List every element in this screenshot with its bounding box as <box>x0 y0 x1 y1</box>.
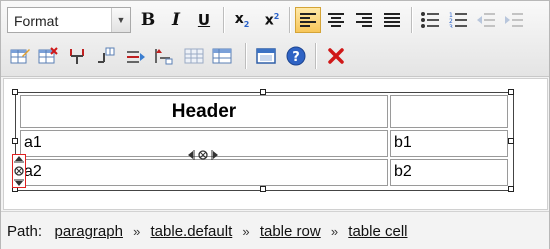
resize-handle-top-left[interactable] <box>12 89 18 95</box>
subscript-icon: x2 <box>235 11 250 29</box>
align-right-button[interactable] <box>351 7 377 33</box>
insert-row-icon <box>127 51 145 63</box>
column-resize-icon[interactable] <box>188 149 218 161</box>
subscript-button[interactable]: x2 <box>229 7 255 33</box>
table-cell[interactable]: a2 <box>20 159 388 186</box>
toolbar: Format ▼ B I U x2 x2 1 2 3 ? <box>1 1 549 77</box>
italic-button[interactable]: I <box>163 7 189 33</box>
align-right-icon <box>356 13 372 27</box>
format-select-value: Format <box>14 13 59 29</box>
path-item-table-row[interactable]: table row <box>260 223 321 240</box>
editing-area[interactable]: Header a1 b1 a2 b2 <box>3 78 548 210</box>
underline-button[interactable]: U <box>191 7 217 33</box>
indent-icon <box>505 13 523 27</box>
resize-handle-right[interactable] <box>508 138 514 144</box>
insert-column-button[interactable] <box>151 43 177 69</box>
path-separator: » <box>330 224 339 239</box>
path-bar: Path: paragraph » table.default » table … <box>1 211 549 249</box>
resize-handle-left[interactable] <box>12 138 18 144</box>
resize-handle-top-right[interactable] <box>508 89 514 95</box>
path-label: Path: <box>7 223 43 240</box>
superscript-digit: 2 <box>273 11 280 21</box>
path-item-table[interactable]: table.default <box>151 223 233 240</box>
align-left-button[interactable] <box>295 7 321 33</box>
align-center-button[interactable] <box>323 7 349 33</box>
table-header-text: Header <box>171 101 237 122</box>
help-icon: ? <box>286 46 306 66</box>
table-properties-button[interactable] <box>7 43 33 69</box>
cell-properties-button[interactable] <box>181 43 207 69</box>
bullet-list-button[interactable] <box>417 7 443 33</box>
bold-button[interactable]: B <box>135 7 161 33</box>
toolbar-separator <box>223 7 225 33</box>
insert-column-icon <box>155 49 173 65</box>
align-left-icon <box>300 13 316 27</box>
chevron-down-icon[interactable]: ▼ <box>111 8 130 32</box>
outdent-button[interactable] <box>473 7 499 33</box>
superscript-icon: x2 <box>265 12 280 29</box>
resize-handle-bottom-right[interactable] <box>508 186 514 192</box>
table-edit-icon <box>10 49 30 64</box>
table-cell-text: a1 <box>24 134 42 151</box>
table-cell-text: b1 <box>394 134 412 151</box>
table-cell-text: b2 <box>394 163 412 180</box>
numbered-list-icon: 1 2 3 <box>449 12 467 28</box>
subscript-letter: x <box>234 11 244 28</box>
justify-icon <box>384 13 400 27</box>
resize-handle-bottom[interactable] <box>260 186 266 192</box>
superscript-button[interactable]: x2 <box>259 7 285 33</box>
table-header-cell[interactable]: Header <box>20 95 388 128</box>
underline-icon: U <box>197 11 211 29</box>
help-button[interactable]: ? <box>283 43 309 69</box>
svg-text:3: 3 <box>449 24 453 28</box>
toolbar-separator <box>315 43 317 69</box>
italic-icon: I <box>172 10 180 30</box>
table-header-cell-empty[interactable] <box>390 95 508 128</box>
toolbar-separator <box>289 7 291 33</box>
split-cells-icon <box>70 49 84 64</box>
merge-cells-icon <box>98 47 115 63</box>
numbered-list-button[interactable]: 1 2 3 <box>445 7 471 33</box>
row-resize-icon <box>14 156 24 186</box>
path-separator: » <box>242 224 250 239</box>
close-button[interactable] <box>323 43 349 69</box>
path-item-table-cell[interactable]: table cell <box>348 223 407 240</box>
close-icon <box>328 48 344 64</box>
toolbar-separator <box>411 7 413 33</box>
align-center-icon <box>328 13 344 27</box>
outdent-icon <box>477 13 495 27</box>
bullet-list-icon <box>421 12 439 28</box>
toggle-borders-button[interactable] <box>253 43 279 69</box>
justify-button[interactable] <box>379 7 405 33</box>
table-grid-icon <box>212 48 232 64</box>
cell-grid-icon <box>184 48 204 64</box>
window-icon <box>256 48 276 64</box>
format-select[interactable]: Format ▼ <box>7 7 131 33</box>
bold-icon: B <box>140 10 156 30</box>
superscript-letter: x <box>264 12 274 29</box>
table-cell[interactable]: b1 <box>390 130 508 157</box>
insert-row-button[interactable] <box>123 43 149 69</box>
svg-text:?: ? <box>292 50 300 65</box>
table-cell-text: a2 <box>24 163 42 180</box>
table-cell[interactable]: b2 <box>390 159 508 186</box>
row-properties-button[interactable] <box>209 43 235 69</box>
indent-button[interactable] <box>501 7 527 33</box>
row-resize-marker[interactable] <box>12 154 26 188</box>
delete-table-button[interactable] <box>35 43 61 69</box>
toolbar-separator <box>245 43 247 69</box>
split-cells-button[interactable] <box>65 43 91 69</box>
merge-cells-button[interactable] <box>93 43 119 69</box>
table-delete-icon <box>38 47 58 64</box>
path-separator: » <box>133 224 141 239</box>
subscript-digit: 2 <box>243 19 250 29</box>
path-item-paragraph[interactable]: paragraph <box>55 223 123 240</box>
rich-text-editor: Format ▼ B I U x2 x2 1 2 3 ? Header a1 b… <box>0 0 550 249</box>
